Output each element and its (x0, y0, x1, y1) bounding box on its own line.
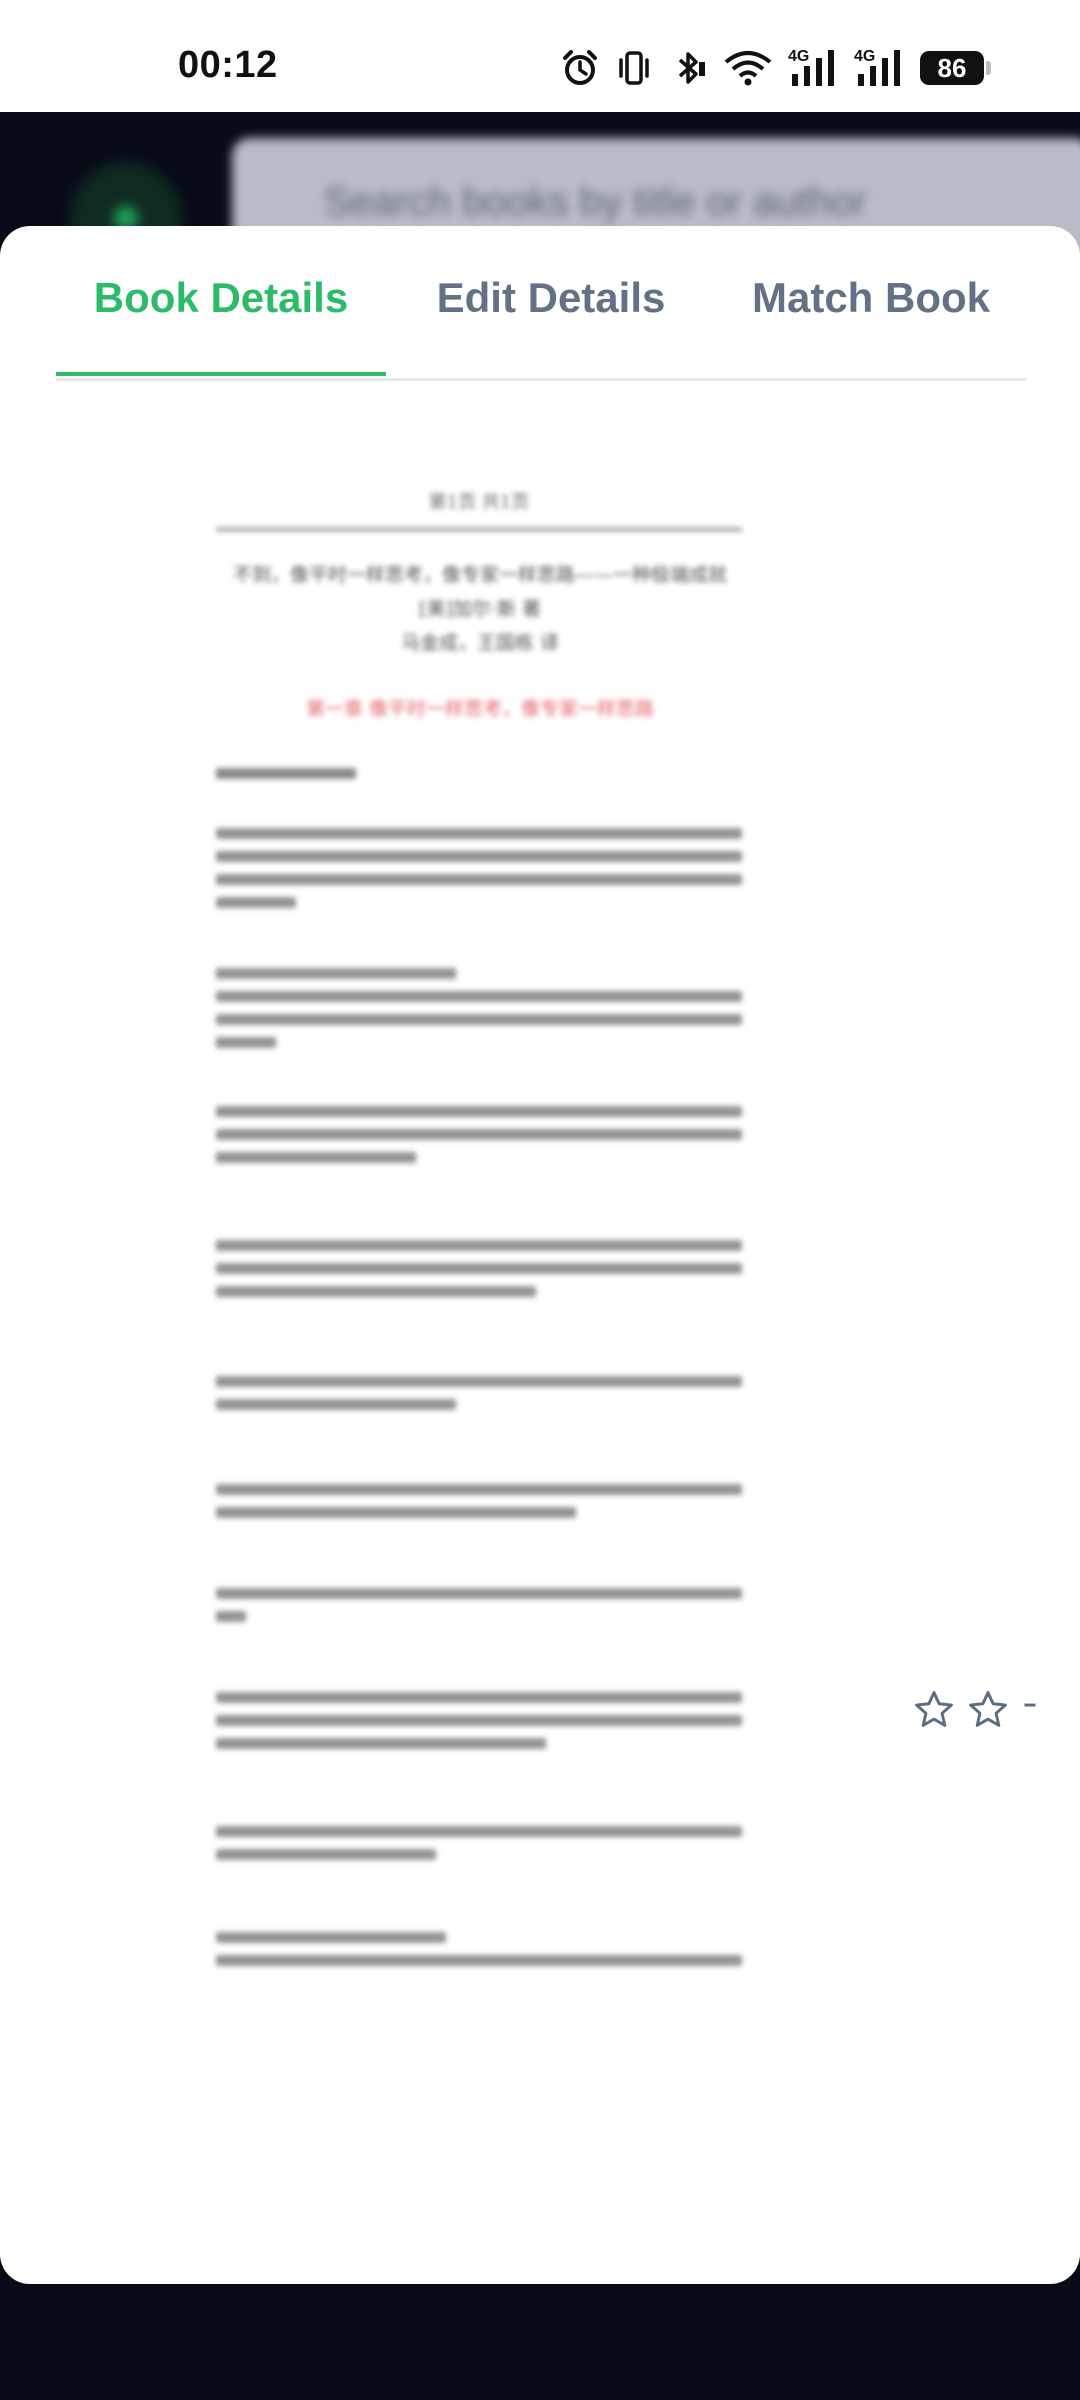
preview-paragraph (216, 1376, 742, 1422)
preview-paragraph (216, 1932, 742, 1978)
preview-paragraph (216, 1484, 742, 1530)
preview-translator: 马金成，王国栋 译 (400, 632, 560, 654)
status-icons: 4G 4G 86 (560, 44, 991, 92)
battery-icon: 86 (920, 51, 991, 85)
vibrate-icon (619, 51, 649, 85)
preview-paragraph (216, 1240, 742, 1309)
preview-subtitle: 不到，像平时一样思考，像专家一样思路——一种极端成就 (232, 564, 727, 586)
preview-paragraph (216, 1826, 742, 1872)
preview-paragraph (216, 1106, 742, 1175)
book-page-preview: 第1页 共1页 不到，像平时一样思考，像专家一样思路——一种极端成就 [美]加尔… (200, 488, 760, 2284)
preview-paragraph (216, 968, 742, 1060)
tab-indicator (56, 372, 386, 376)
bluetooth-icon (678, 52, 705, 84)
preview-chapter-title: 第一章 像平时一样思考，像专家一样思路 (305, 698, 655, 720)
star-icon[interactable] (966, 1688, 1010, 1732)
star-icon[interactable] (912, 1688, 956, 1732)
status-time: 00:12 (178, 44, 278, 86)
wifi-icon (724, 51, 772, 86)
tab-bar: Book Details Edit Details Match Book (56, 226, 1026, 381)
signal-4g-icon: 4G (788, 48, 840, 88)
tab-match-book[interactable]: Match Book (716, 274, 1026, 374)
preview-paragraph (216, 1692, 742, 1761)
status-bar: 00:12 4G 4G 86 (0, 0, 1080, 112)
preview-paragraph (216, 828, 742, 920)
preview-header: 第1页 共1页 (216, 488, 742, 531)
signal-4g-icon: 4G (854, 48, 906, 88)
preview-section-heading (216, 768, 356, 779)
tab-book-details[interactable]: Book Details (56, 274, 386, 374)
search-placeholder: Search books by title or author (324, 180, 867, 224)
alarm-icon (563, 50, 597, 85)
rating-stars (912, 1688, 1040, 1732)
book-details-sheet: Book Details Edit Details Match Book 第1页… (0, 226, 1080, 2284)
battery-level: 86 (937, 52, 967, 83)
tab-edit-details[interactable]: Edit Details (386, 274, 716, 374)
preview-paragraph (216, 1588, 742, 1634)
star-icon[interactable] (1020, 1688, 1040, 1732)
preview-author: [美]加尔·斯 著 (419, 598, 541, 620)
